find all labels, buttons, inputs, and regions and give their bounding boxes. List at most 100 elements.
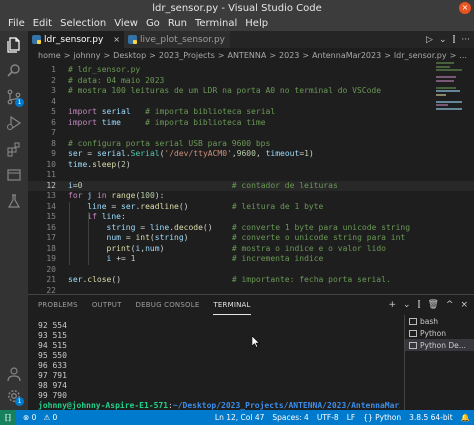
breadcrumb-item[interactable]: 2023_Projects: [159, 51, 215, 60]
breadcrumb: home > johnny > Desktop >2023_Projects > ANTENN…: [28, 48, 474, 62]
menu-selection[interactable]: Selection: [56, 16, 110, 31]
menu-terminal[interactable]: Terminal: [191, 16, 241, 31]
menu-file[interactable]: File: [4, 16, 29, 31]
menu-go[interactable]: Go: [142, 16, 164, 31]
code-line[interactable]: 9 ser = serial.Serial('/dev/ttyACM0',9600…: [28, 149, 474, 160]
code-line[interactable]: 8 # configura porta serial USB para 9600 …: [28, 139, 474, 150]
maximize-panel-icon[interactable]: ^: [446, 300, 454, 310]
line-number: 5: [51, 107, 56, 116]
extensions-icon[interactable]: [6, 141, 22, 157]
breadcrumb-item[interactable]: home: [38, 51, 61, 60]
bottom-panel: PROBLEMS OUTPUT DEBUG CONSOLE TERMINAL +…: [28, 294, 474, 411]
tab-debug-console[interactable]: DEBUG CONSOLE: [136, 295, 200, 315]
code-line[interactable]: 13 for j in range(100):: [28, 191, 474, 202]
code-editor[interactable]: 1 # ldr_sensor.py 2 # data: 04 maio 2023 3 # …: [28, 62, 474, 294]
code-text: print(i,num) # mostra o indice e o valor…: [106, 243, 386, 253]
line-number: 12: [46, 180, 56, 190]
breadcrumb-item[interactable]: ...: [459, 51, 467, 60]
run-icon[interactable]: ▷: [426, 35, 433, 45]
remote-icon[interactable]: ⁅⁆: [0, 410, 16, 425]
terminal-list-label: Python De...: [420, 340, 466, 350]
terminal-list-item[interactable]: bash: [405, 315, 474, 327]
cursor-position[interactable]: Ln 12, Col 47: [215, 413, 264, 422]
run-dropdown-icon[interactable]: ⌄: [439, 35, 447, 45]
tab-ldr-sensor[interactable]: ldr_sensor.py ×: [28, 31, 124, 48]
terminal-line: 98 974: [38, 381, 67, 390]
code-line[interactable]: 17 num = int(string) # converte o unicod…: [28, 233, 474, 244]
terminal-line: 93 515: [38, 331, 67, 340]
menu-edit[interactable]: Edit: [29, 16, 56, 31]
split-editor-icon[interactable]: ⫿: [453, 35, 456, 45]
code-line[interactable]: 11: [28, 170, 474, 181]
notifications-icon[interactable]: 🔔: [461, 413, 470, 422]
code-line[interactable]: 10 time.sleep(2): [28, 160, 474, 171]
end-of-line[interactable]: LF: [347, 413, 356, 422]
code-line[interactable]: 22: [28, 286, 474, 295]
code-line[interactable]: 14 line = ser.readline() # leitura de 1 …: [28, 202, 474, 213]
terminal-dropdown-icon[interactable]: ⌄: [403, 300, 411, 310]
code-line[interactable]: 21 ser.close() # importante: fecha porta …: [28, 275, 474, 286]
code-line[interactable]: 5 import serial # importa biblioteca seri…: [28, 107, 474, 118]
encoding[interactable]: UTF-8: [317, 413, 339, 422]
indentation[interactable]: Spaces: 4: [272, 413, 308, 422]
errors-indicator[interactable]: ⊗ 0: [23, 413, 36, 422]
tab-close-button[interactable]: ×: [113, 35, 120, 44]
code-line[interactable]: 2 # data: 04 maio 2023: [28, 76, 474, 87]
warnings-indicator[interactable]: ⚠ 0: [43, 413, 57, 422]
testing-icon[interactable]: [6, 193, 22, 209]
explorer-icon[interactable]: [6, 167, 22, 183]
editor-actions: ▷ ⌄ ⫿ ···: [426, 31, 470, 48]
code-line[interactable]: 20: [28, 265, 474, 276]
code-line[interactable]: 12 i=0 # contador de leituras: [28, 180, 474, 191]
menu-help[interactable]: Help: [241, 16, 272, 31]
language-mode[interactable]: {} Python: [363, 413, 401, 422]
code-line[interactable]: 4: [28, 97, 474, 108]
python-interpreter[interactable]: 3.8.5 64-bit: [409, 413, 453, 422]
code-text: string = line.decode() # converte 1 byte…: [106, 222, 411, 232]
run-debug-icon[interactable]: [6, 115, 22, 131]
code-line[interactable]: 6 import time # importa biblioteca time: [28, 118, 474, 129]
line-number: 4: [51, 96, 56, 106]
more-actions-icon[interactable]: ···: [461, 35, 470, 45]
line-number: 6: [51, 117, 56, 127]
line-number: 11: [46, 170, 56, 179]
window-close-button[interactable]: ×: [459, 2, 471, 14]
terminal-list-label: Python: [420, 328, 446, 338]
split-terminal-icon[interactable]: ⫿: [418, 300, 421, 310]
breadcrumb-item[interactable]: ldr_sensor.py: [394, 51, 447, 60]
terminal-list-item[interactable]: Python De...: [405, 339, 474, 351]
tab-terminal[interactable]: TERMINAL: [213, 295, 251, 315]
menu-view[interactable]: View: [110, 16, 142, 31]
breadcrumb-item[interactable]: johnny: [73, 51, 100, 60]
breadcrumb-separator: >: [449, 50, 457, 60]
tab-problems[interactable]: PROBLEMS: [38, 295, 78, 315]
code-line[interactable]: 15 if line:: [28, 212, 474, 223]
tab-label: live_plot_sensor.py: [140, 34, 226, 45]
code-line[interactable]: 3 # mostra 100 leituras de um LDR na port…: [28, 86, 474, 97]
files-icon[interactable]: [6, 37, 22, 53]
close-panel-icon[interactable]: ×: [460, 300, 468, 310]
line-number: 7: [51, 128, 56, 137]
tab-live-plot-sensor[interactable]: live_plot_sensor.py: [124, 31, 230, 48]
tab-output[interactable]: OUTPUT: [92, 295, 122, 315]
breadcrumb-item[interactable]: Desktop: [113, 51, 146, 60]
trash-icon[interactable]: 🗑: [427, 300, 438, 310]
search-icon[interactable]: [6, 63, 22, 79]
menu-run[interactable]: Run: [164, 16, 191, 31]
code-text: num = int(string) # converte o unicode s…: [106, 233, 406, 242]
code-line[interactable]: 18 print(i,num) # mostra o indice e o va…: [28, 244, 474, 255]
line-number: 22: [46, 285, 56, 295]
breadcrumb-item[interactable]: AntennaMar2023: [312, 51, 381, 60]
breadcrumb-item[interactable]: 2023: [279, 51, 299, 60]
code-line[interactable]: 7: [28, 128, 474, 139]
terminal-list-item[interactable]: Python: [405, 327, 474, 339]
code-line[interactable]: 16 string = line.decode() # converte 1 b…: [28, 223, 474, 234]
code-line[interactable]: 1 # ldr_sensor.py: [28, 65, 474, 76]
line-number: 1: [51, 65, 56, 74]
title-bar: ldr_sensor.py - Visual Studio Code ×: [0, 0, 474, 16]
code-line[interactable]: 19 i += 1 # incrementa indice: [28, 254, 474, 265]
terminal-output[interactable]: 92 554 93 515 94 515 95 550 96 633 97 791 98 9…: [28, 315, 400, 411]
breadcrumb-item[interactable]: ANTENNA: [227, 51, 266, 60]
new-terminal-icon[interactable]: +: [388, 300, 396, 310]
account-icon[interactable]: [6, 366, 22, 382]
